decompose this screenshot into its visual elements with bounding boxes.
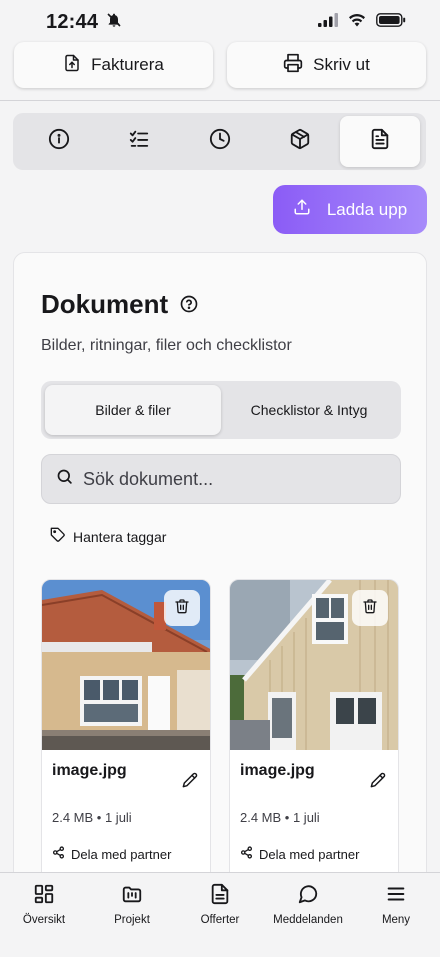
share-with-partner-button[interactable]: Dela med partner xyxy=(240,846,359,862)
header-divider xyxy=(0,100,440,101)
status-indicators xyxy=(318,12,406,32)
package-icon xyxy=(289,128,311,155)
top-actions: Fakturera Skriv ut xyxy=(0,42,440,88)
tags-icon xyxy=(50,527,66,546)
share-icon xyxy=(52,846,65,862)
printer-icon xyxy=(283,53,303,78)
checklist-icon xyxy=(128,128,150,155)
bottom-nav: Översikt Projekt Offerter Meddelanden Me… xyxy=(0,872,440,957)
search-box xyxy=(41,454,401,504)
hamburger-menu-icon xyxy=(385,883,407,908)
nav-overview[interactable]: Översikt xyxy=(0,883,88,957)
status-time-group: 12:44 xyxy=(46,11,122,34)
file-meta: 2.4 MB • 1 juli xyxy=(240,810,320,825)
nav-projects[interactable]: Projekt xyxy=(88,883,176,957)
info-icon xyxy=(48,128,70,155)
bell-muted-icon xyxy=(106,11,122,34)
battery-icon xyxy=(376,12,406,32)
invoice-button-label: Fakturera xyxy=(91,55,164,74)
document-type-toggle: Bilder & filer Checklistor & Intyg xyxy=(41,381,401,439)
signal-icon xyxy=(318,12,338,32)
file-tile[interactable]: image.jpg 2.4 MB • 1 juli Dela med partn… xyxy=(41,579,211,891)
trash-icon xyxy=(174,597,190,620)
manage-tags-button[interactable]: Hantera taggar xyxy=(50,527,166,546)
nav-overview-label: Översikt xyxy=(22,914,66,926)
file-name: image.jpg xyxy=(52,762,127,779)
delete-file-button[interactable] xyxy=(352,590,388,626)
chat-bubble-icon xyxy=(297,883,319,908)
delete-file-button[interactable] xyxy=(164,590,200,626)
share-with-partner-button[interactable]: Dela med partner xyxy=(52,846,171,862)
quote-document-icon xyxy=(209,883,231,908)
share-icon xyxy=(240,846,253,862)
edit-file-icon[interactable] xyxy=(182,772,198,793)
documents-title: Dokument xyxy=(41,289,169,319)
status-bar: 12:44 xyxy=(0,0,440,44)
search-icon xyxy=(56,468,73,490)
grid-icon xyxy=(33,883,55,908)
nav-messages-label: Meddelanden xyxy=(273,914,343,926)
nav-quotes-label: Offerter xyxy=(200,914,240,926)
document-icon xyxy=(369,127,391,156)
nav-quotes[interactable]: Offerter xyxy=(176,883,264,957)
manage-tags-label: Hantera taggar xyxy=(73,528,167,545)
help-icon[interactable] xyxy=(180,289,198,320)
nav-projects-label: Projekt xyxy=(114,914,150,926)
print-button[interactable]: Skriv ut xyxy=(227,42,426,88)
upload-button-label: Ladda upp xyxy=(326,199,408,219)
documents-title-row: Dokument xyxy=(41,289,198,320)
documents-subtitle: Bilder, ritningar, filer och checklistor xyxy=(41,337,292,354)
share-label: Dela med partner xyxy=(259,846,360,862)
file-tile[interactable]: image.jpg 2.4 MB • 1 juli Dela med partn… xyxy=(229,579,399,891)
section-tabbar xyxy=(13,113,426,170)
clock-icon xyxy=(209,128,231,155)
upload-button[interactable]: Ladda upp xyxy=(273,185,427,234)
segment-images-files[interactable]: Bilder & filer xyxy=(45,385,221,435)
tab-materials[interactable] xyxy=(260,116,340,167)
tab-documents[interactable] xyxy=(339,116,421,167)
file-export-icon xyxy=(63,53,81,78)
tab-info[interactable] xyxy=(19,116,99,167)
print-button-label: Skriv ut xyxy=(313,55,370,74)
wifi-icon xyxy=(348,13,366,32)
file-name: image.jpg xyxy=(240,762,315,779)
nav-menu[interactable]: Meny xyxy=(352,883,440,957)
nav-menu-label: Meny xyxy=(381,914,411,926)
upload-icon xyxy=(293,198,311,221)
share-label: Dela med partner xyxy=(71,846,172,862)
documents-card: Dokument Bilder, ritningar, filer och ch… xyxy=(13,252,427,892)
project-board-icon xyxy=(121,883,143,908)
nav-messages[interactable]: Meddelanden xyxy=(264,883,352,957)
edit-file-icon[interactable] xyxy=(370,772,386,793)
invoice-button[interactable]: Fakturera xyxy=(14,42,213,88)
search-input[interactable] xyxy=(83,468,373,490)
segment-checklists[interactable]: Checklistor & Intyg xyxy=(221,385,397,435)
tab-time[interactable] xyxy=(179,116,259,167)
tab-checklist[interactable] xyxy=(99,116,179,167)
trash-icon xyxy=(362,597,378,620)
file-meta: 2.4 MB • 1 juli xyxy=(52,810,132,825)
status-time: 12:44 xyxy=(46,10,99,33)
